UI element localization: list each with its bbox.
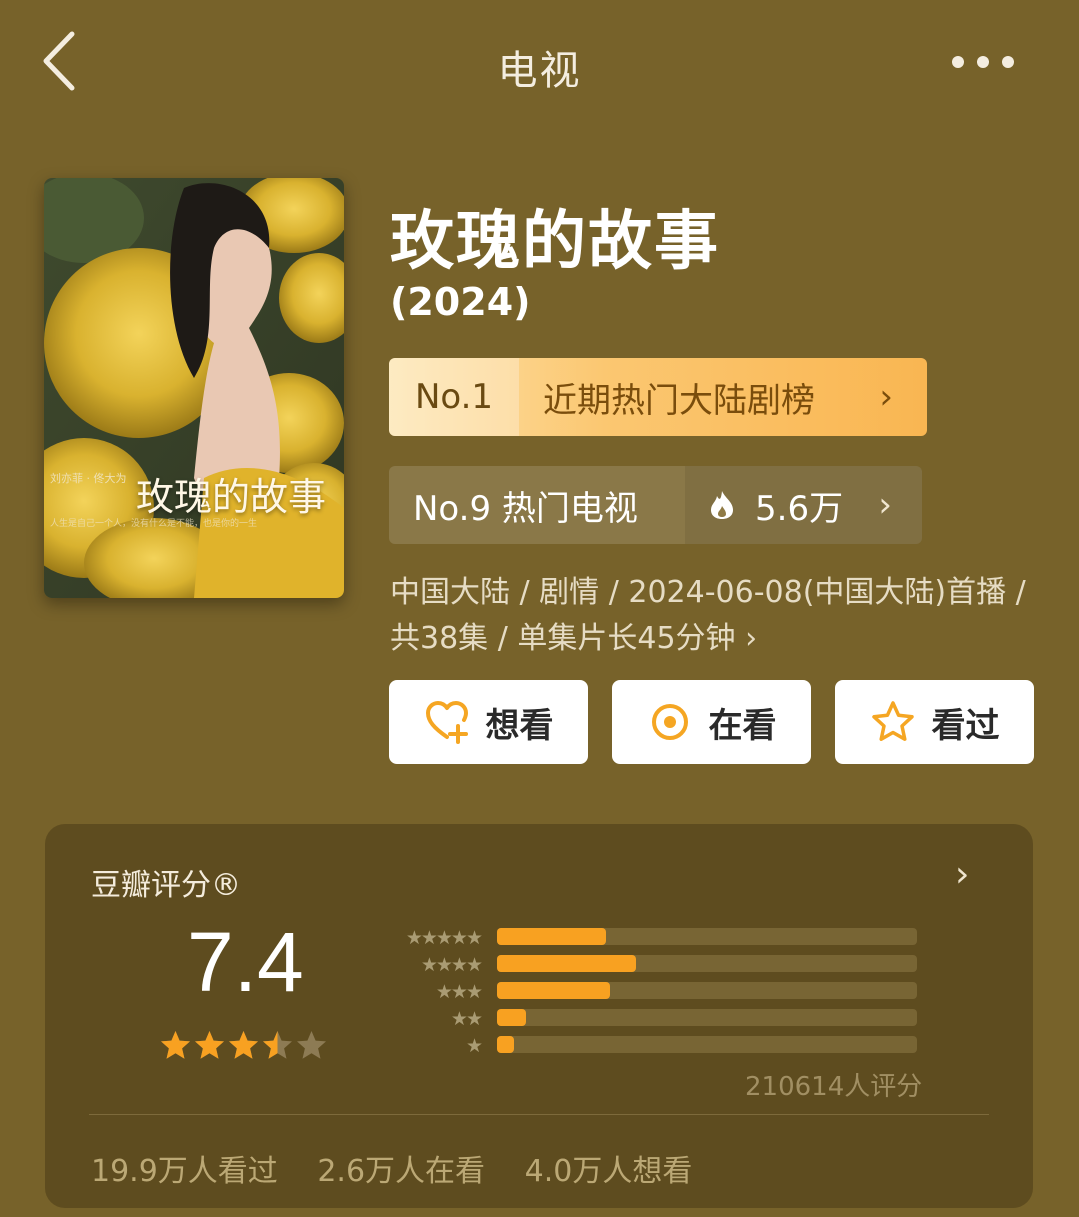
watching-button[interactable]: 在看 (612, 680, 811, 764)
rank-hot-mainland-drama[interactable]: No.1 近期热门大陆剧榜 › (389, 358, 927, 436)
star-filled-icon (195, 1031, 224, 1059)
rank-label: 近期热门大陆剧榜 (543, 380, 815, 421)
show-year: (2024) (390, 280, 531, 324)
distribution-stars-icon: ★★★★ (420, 954, 483, 976)
distribution-row: ★★ (375, 1005, 975, 1032)
distribution-bar (497, 982, 611, 999)
watched-label: 看过 (931, 705, 1000, 746)
stat-watched: 19.9万人看过 (91, 1154, 278, 1189)
distribution-track (497, 982, 917, 999)
star-filled-icon (161, 1031, 190, 1059)
want-label: 想看 (485, 705, 554, 746)
rating-stars (160, 1030, 327, 1061)
heart-plus-icon (425, 701, 468, 744)
target-circle-icon (651, 704, 688, 740)
poster-tagline: 人生是自己一个人，没有什么是不能，也是你的一生 (50, 519, 258, 529)
distribution-bar (497, 955, 636, 972)
chevron-right-icon: › (878, 485, 892, 525)
want-to-watch-button[interactable]: 想看 (389, 680, 588, 764)
rating-title: 豆瓣评分® (91, 868, 241, 903)
more-dots-icon[interactable] (948, 50, 1018, 74)
poster-image[interactable]: 刘亦菲 · 佟大为 玫瑰的故事 人生是自己一个人，没有什么是不能，也是你的一生 (44, 178, 344, 598)
stat-watching: 2.6万人在看 (317, 1154, 486, 1189)
distribution-track (497, 1036, 917, 1053)
poster-credits: 刘亦菲 · 佟大为 (50, 472, 127, 485)
chevron-right-icon: › (879, 377, 893, 417)
action-buttons: 想看 在看 看过 (389, 680, 1034, 764)
distribution-row: ★★★ (375, 978, 975, 1005)
flame-icon (711, 491, 733, 519)
distribution-bar (497, 1036, 514, 1053)
distribution-stars-icon: ★ (465, 1035, 483, 1057)
watched-button[interactable]: 看过 (835, 680, 1034, 764)
distribution-row: ★ (375, 1032, 975, 1059)
star-outline-icon (871, 701, 914, 741)
rank-hot-tv-label: No.9 热门电视 (413, 488, 638, 529)
chevron-right-icon[interactable]: › (955, 854, 969, 895)
distribution-stars-icon: ★★★★★ (405, 927, 483, 949)
rating-count: 210614人评分 (745, 1072, 923, 1102)
distribution-row: ★★★★ (375, 951, 975, 978)
rating-distribution: ★★★★★ ★★★★ ★★★ ★★ ★ (375, 924, 975, 1059)
distribution-bar (497, 1009, 527, 1026)
distribution-track (497, 1009, 917, 1026)
poster-title: 玫瑰的故事 (136, 475, 327, 519)
show-title: 玫瑰的故事 (390, 205, 720, 279)
star-half-icon (263, 1031, 292, 1059)
distribution-track (497, 928, 917, 945)
star-empty-icon (297, 1031, 326, 1059)
distribution-stars-icon: ★★ (450, 1008, 483, 1030)
top-bar: 电视 (0, 0, 1079, 130)
poster-artwork (44, 178, 344, 598)
watching-label: 在看 (708, 705, 777, 746)
page-title: 电视 (497, 48, 582, 94)
heat-value: 5.6万 (755, 488, 844, 529)
distribution-bar (497, 928, 607, 945)
distribution-stars-icon: ★★★ (435, 981, 483, 1003)
show-meta-info[interactable]: 中国大陆 / 剧情 / 2024-06-08(中国大陆)首播 / 共38集 / … (390, 570, 1030, 662)
douban-rating-card[interactable]: 豆瓣评分® › 7.4 ★★★★★ ★★★★ ★★★ ★★ ★ 210614人评分 19… (45, 824, 1033, 1208)
rank-hot-tv[interactable]: No.9 热门电视 5.6万 › (389, 466, 922, 544)
heat-section: 5.6万 › (685, 466, 922, 544)
rating-score: 7.4 (187, 915, 304, 1009)
distribution-row: ★★★★★ (375, 924, 975, 951)
star-filled-icon (229, 1031, 258, 1059)
divider (89, 1114, 989, 1115)
distribution-track (497, 955, 917, 972)
rank-number: No.1 (389, 358, 519, 436)
stat-want: 4.0万人想看 (524, 1154, 693, 1189)
watch-stats: 19.9万人看过 2.6万人在看 4.0万人想看 (91, 1146, 722, 1190)
